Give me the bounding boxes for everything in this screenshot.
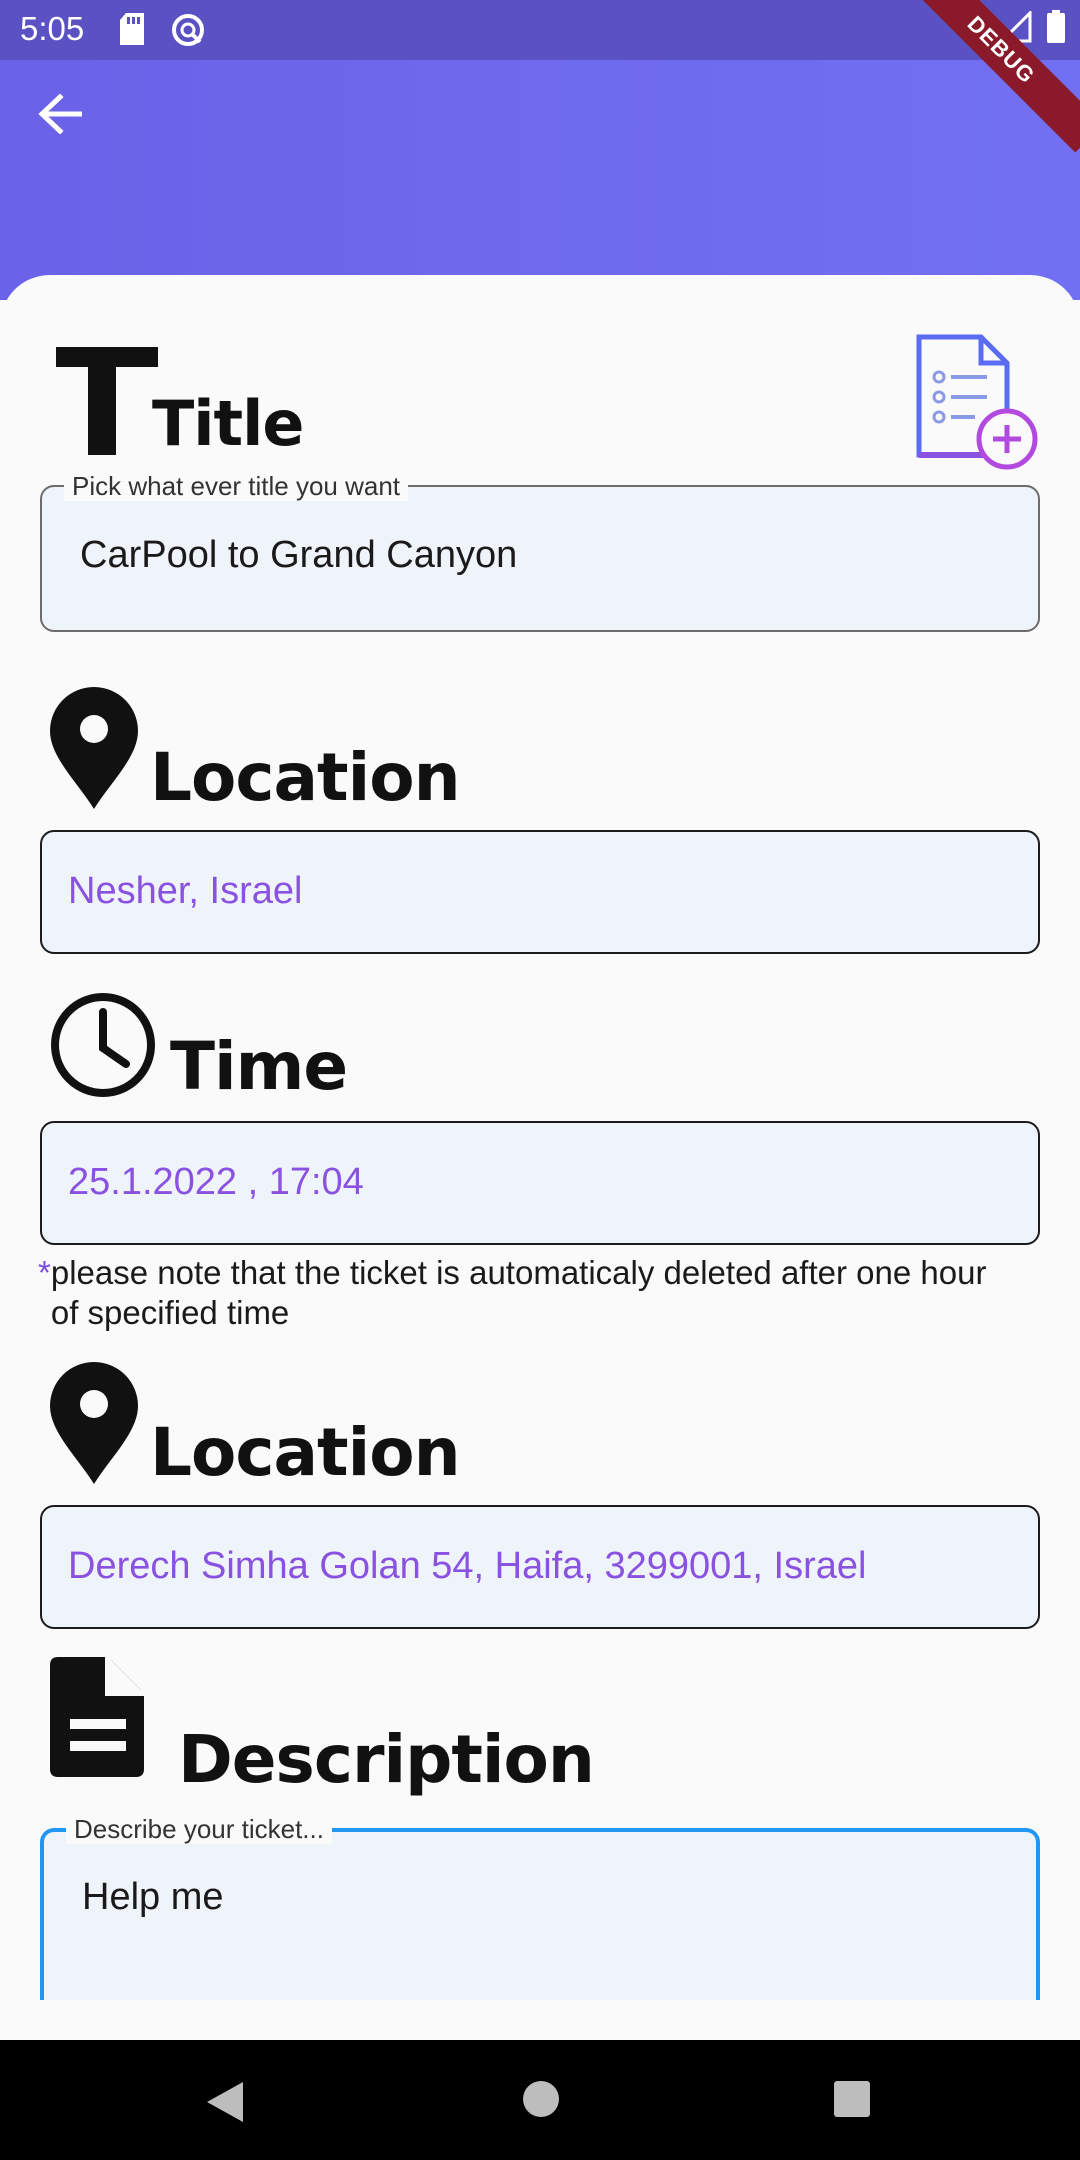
time-section-label: Time: [48, 990, 348, 1105]
description-section-label: Description: [48, 1655, 595, 1798]
title-input[interactable]: Pick what ever title you want CarPool to…: [40, 471, 1040, 632]
location-from-label: Location: [150, 739, 461, 816]
location-from-value: Nesher, Israel: [68, 870, 303, 912]
location-to-value: Derech Simha Golan 54, Haifa, 3299001, I…: [68, 1545, 867, 1587]
title-label: Title: [152, 387, 304, 460]
time-label: Time: [170, 1028, 348, 1105]
description-input[interactable]: Describe your ticket... Help me: [40, 1814, 1040, 2000]
ticket-form-card: Title Pick what ever title you want CarP…: [0, 275, 1080, 2000]
back-button[interactable]: [30, 84, 90, 144]
auto-delete-note: *please note that the ticket is automati…: [38, 1253, 1018, 1333]
status-time: 5:05: [20, 10, 85, 47]
document-icon: [50, 1657, 144, 1777]
sync-icon: [172, 14, 204, 46]
clock-icon: [51, 993, 155, 1097]
time-field[interactable]: 25.1.2022 , 17:04: [40, 1121, 1040, 1245]
nav-home-icon[interactable]: [522, 2080, 560, 2118]
note-text: please note that the ticket is automatic…: [50, 1254, 987, 1331]
location-pin-icon: [50, 1362, 138, 1484]
location-to-label: Location: [150, 1414, 461, 1491]
location-from-field[interactable]: Nesher, Israel: [40, 830, 1040, 954]
description-input-label: Describe your ticket...: [66, 1814, 332, 1844]
title-input-label: Pick what ever title you want: [64, 471, 409, 501]
time-value: 25.1.2022 , 17:04: [68, 1161, 364, 1203]
description-input-value: Help me: [82, 1876, 224, 1918]
title-section-label: Title: [48, 345, 304, 460]
nav-recents-icon[interactable]: [833, 2080, 871, 2118]
description-label: Description: [178, 1721, 595, 1798]
nav-back-icon[interactable]: [205, 2080, 245, 2124]
location-from-section-label: Location: [48, 685, 461, 816]
note-asterisk: *: [38, 1254, 51, 1291]
title-input-value: CarPool to Grand Canyon: [80, 534, 518, 576]
title-t-icon: [56, 347, 158, 455]
battery-icon: [1047, 10, 1065, 43]
app-header: [0, 60, 1080, 300]
system-nav-bar: [0, 2040, 1080, 2160]
location-to-field[interactable]: Derech Simha Golan 54, Haifa, 3299001, I…: [40, 1505, 1040, 1629]
arrow-back-icon: [38, 94, 82, 134]
location-to-section-label: Location: [48, 1360, 461, 1491]
location-pin-icon: [50, 687, 138, 809]
sd-card-icon: [120, 13, 144, 45]
add-document-icon: [916, 334, 1038, 470]
status-bar: 5:05 DEBUG: [0, 0, 1080, 153]
